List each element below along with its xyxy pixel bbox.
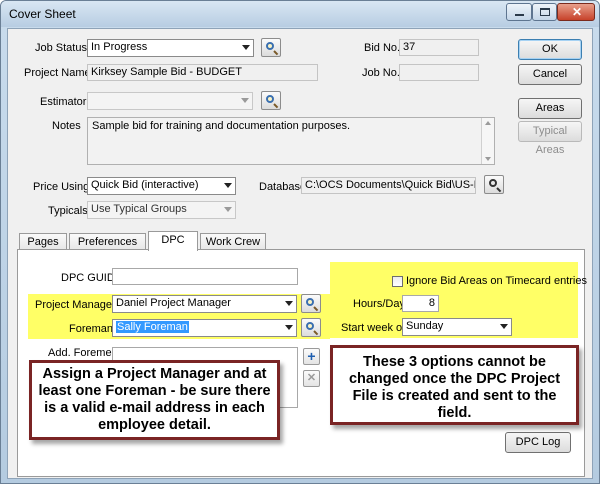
job-no-field[interactable] xyxy=(399,64,479,81)
job-no-label: Job No. xyxy=(362,67,400,79)
dpc-log-button[interactable]: DPC Log xyxy=(505,432,571,453)
tab-pages[interactable]: Pages xyxy=(19,233,67,250)
job-status-lookup-button[interactable] xyxy=(261,38,281,57)
chevron-down-icon xyxy=(224,207,232,212)
job-status-value: In Progress xyxy=(91,41,148,53)
chevron-down-icon xyxy=(285,325,293,330)
cover-sheet-window: Cover Sheet ✕ Job Status In Progress Bid… xyxy=(0,0,600,484)
add-foreman-button[interactable]: + xyxy=(303,348,320,365)
magnifier-icon xyxy=(306,322,314,330)
chevron-down-icon xyxy=(285,301,293,306)
title-bar[interactable]: Cover Sheet ✕ xyxy=(1,1,599,27)
tab-dpc[interactable]: DPC xyxy=(148,231,198,251)
callout-right: These 3 options cannot be changed once t… xyxy=(330,345,579,425)
project-manager-value: Daniel Project Manager xyxy=(116,297,231,309)
chevron-down-icon xyxy=(241,98,249,103)
price-using-select[interactable]: Quick Bid (interactive) xyxy=(87,177,236,195)
notes-text: Sample bid for training and documentatio… xyxy=(92,120,351,132)
database-label: Database xyxy=(259,181,307,193)
ignore-bid-areas-checkbox[interactable] xyxy=(392,276,403,287)
chevron-down-icon xyxy=(242,45,250,50)
typicals-value: Use Typical Groups xyxy=(91,203,187,215)
tab-preferences[interactable]: Preferences xyxy=(69,233,146,250)
hours-per-day-field[interactable]: 8 xyxy=(402,295,439,312)
price-using-value: Quick Bid (interactive) xyxy=(91,179,199,191)
ok-button[interactable]: OK xyxy=(518,39,582,60)
notes-textarea[interactable]: Sample bid for training and documentatio… xyxy=(87,117,495,165)
scroll-up-icon xyxy=(485,121,491,125)
database-lookup-button[interactable] xyxy=(484,175,504,194)
start-week-select[interactable]: Sunday xyxy=(402,318,512,336)
price-using-label: Price Using xyxy=(33,181,90,193)
magnifier-icon xyxy=(266,42,274,50)
bid-no-label: Bid No. xyxy=(364,42,401,54)
estimator-lookup-button[interactable] xyxy=(261,91,281,110)
foreman-select[interactable]: Sally Foreman xyxy=(112,319,297,337)
foreman-value: Sally Foreman xyxy=(116,321,189,333)
remove-icon: ✕ xyxy=(306,372,317,384)
minimize-button[interactable] xyxy=(506,3,532,21)
start-week-label: Start week on xyxy=(341,322,409,334)
dpc-guid-label: DPC GUID xyxy=(61,272,115,284)
plus-icon: + xyxy=(307,348,316,364)
typical-areas-button[interactable]: Typical Areas xyxy=(518,121,582,156)
maximize-icon xyxy=(540,8,550,16)
project-name-label: Project Name xyxy=(24,67,91,79)
job-status-select[interactable]: In Progress xyxy=(87,39,254,57)
chevron-down-icon xyxy=(224,183,232,188)
estimator-label: Estimator xyxy=(40,96,87,108)
foreman-lookup-button[interactable] xyxy=(301,318,321,337)
add-foremen-label: Add. Foremen xyxy=(48,347,118,359)
tab-work-crew[interactable]: Work Crew xyxy=(200,233,266,250)
typicals-select[interactable]: Use Typical Groups xyxy=(87,201,236,219)
hours-per-day-label: Hours/Day xyxy=(353,298,405,310)
maximize-button[interactable] xyxy=(532,3,557,21)
estimator-select[interactable] xyxy=(87,92,253,110)
foreman-label: Foreman xyxy=(69,323,114,335)
project-manager-select[interactable]: Daniel Project Manager xyxy=(112,295,297,313)
notes-label: Notes xyxy=(52,120,81,132)
dialog-body: Job Status In Progress Bid No. 37 OK Pro… xyxy=(7,28,593,479)
typicals-label: Typicals xyxy=(48,205,88,217)
dpc-guid-field[interactable] xyxy=(112,268,298,285)
remove-foreman-button[interactable]: ✕ xyxy=(303,370,320,387)
ignore-bid-areas-label: Ignore Bid Areas on Timecard entries xyxy=(406,275,587,287)
start-week-value: Sunday xyxy=(406,320,444,332)
chevron-down-icon xyxy=(500,324,508,329)
scroll-down-icon xyxy=(485,157,491,161)
window-title: Cover Sheet xyxy=(9,7,76,21)
project-name-field[interactable]: Kirksey Sample Bid - BUDGET xyxy=(87,64,318,81)
job-status-label: Job Status xyxy=(35,42,87,54)
close-icon: ✕ xyxy=(572,5,583,19)
project-manager-label: Project Manager xyxy=(35,299,116,311)
magnifier-icon xyxy=(266,95,274,103)
notes-scrollbar[interactable] xyxy=(481,118,494,164)
magnifier-icon xyxy=(306,298,314,306)
database-field[interactable]: C:\OCS Documents\Quick Bid\US-Demo xyxy=(301,177,476,194)
areas-button[interactable]: Areas xyxy=(518,98,582,119)
minimize-icon xyxy=(515,14,524,16)
magnifier-icon xyxy=(489,179,497,187)
cancel-button[interactable]: Cancel xyxy=(518,64,582,85)
close-button[interactable]: ✕ xyxy=(557,3,595,21)
callout-left: Assign a Project Manager and at least on… xyxy=(29,360,280,440)
bid-no-field[interactable]: 37 xyxy=(399,39,479,56)
project-manager-lookup-button[interactable] xyxy=(301,294,321,313)
